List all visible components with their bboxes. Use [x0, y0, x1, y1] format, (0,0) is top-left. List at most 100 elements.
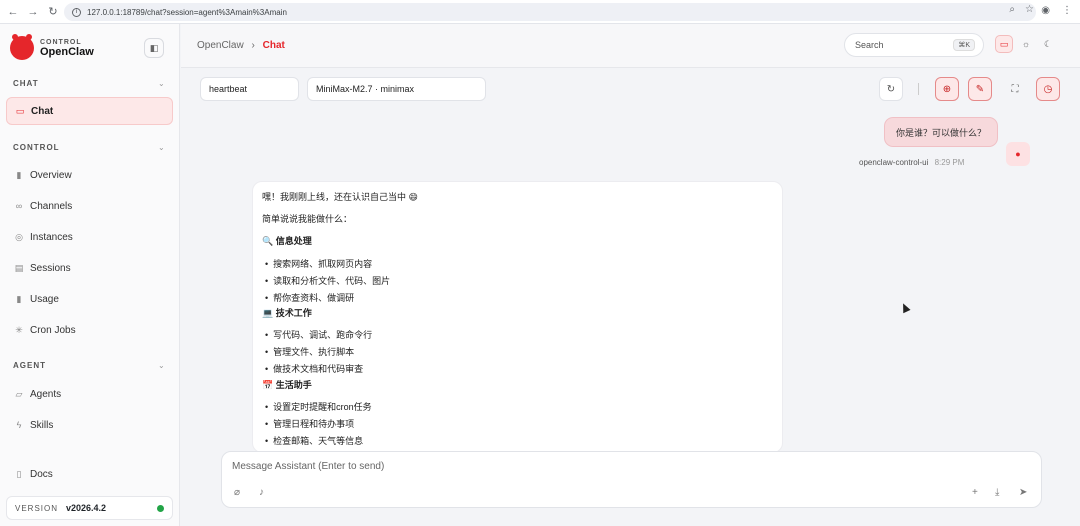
section-chat[interactable]: CHAT	[13, 79, 39, 88]
message-icon: ▭	[15, 105, 25, 116]
loader-icon: ✳	[15, 324, 23, 335]
tools-toggle-button[interactable]: ✎	[968, 77, 992, 101]
sidebar-item-sessions[interactable]: ▤ Sessions	[12, 257, 172, 279]
zap-icon: ϟ	[16, 420, 22, 430]
user-icon: ●	[1015, 149, 1021, 159]
bar-chart-icon: ▮	[16, 169, 22, 180]
section-control[interactable]: CONTROL	[13, 143, 60, 152]
menu-kebab-icon[interactable]: ⋮	[1062, 5, 1072, 16]
sidebar-item-label: Chat	[31, 105, 54, 117]
openclaw-logo	[10, 34, 34, 60]
chevron-down-icon[interactable]: ⌄	[158, 143, 165, 152]
top-bar: OpenClaw › Chat Search ⌘K ▭ ☼ ☾	[181, 24, 1080, 68]
document-icon: ▤	[14, 262, 24, 273]
sidebar-item-channels[interactable]: ∞ Channels	[12, 195, 172, 217]
sidebar-item-cron-jobs[interactable]: ✳ Cron Jobs	[12, 319, 172, 341]
brand[interactable]: CONTROL OpenClaw	[10, 34, 94, 60]
message-time: 8:29 PM	[934, 158, 965, 167]
moon-icon[interactable]: ☾	[1039, 35, 1057, 53]
collapse-sidebar-button[interactable]: ◧	[144, 38, 164, 58]
chevron-down-icon[interactable]: ⌄	[158, 361, 165, 370]
status-dot	[157, 504, 164, 512]
sun-icon[interactable]: ☼	[1017, 35, 1035, 53]
download-icon[interactable]: ⤓	[995, 487, 999, 498]
sidebar-item-overview[interactable]: ▮ Overview	[12, 164, 172, 186]
monitor-icon[interactable]: ▭	[995, 35, 1013, 53]
sidebar-item-label: Sessions	[30, 262, 71, 274]
sidebar-item-label: Overview	[30, 169, 72, 181]
search-input[interactable]: Search ⌘K	[844, 33, 984, 57]
user-avatar: ●	[1006, 142, 1030, 166]
clock-icon: ◷	[1043, 83, 1053, 95]
sidebar-item-label: Skills	[30, 419, 54, 431]
breadcrumb-current: Chat	[262, 40, 285, 51]
message-list-item: 写代码、调试、跑命令行	[265, 328, 372, 341]
address-bar[interactable]: i 127.0.0.1:18789/chat?session=agent%3Am…	[64, 3, 1036, 21]
refresh-button[interactable]: ↻	[879, 77, 903, 101]
message-input[interactable]: Message Assistant (Enter to send)	[232, 461, 384, 472]
message-list-item: 管理文件、执行脚本	[265, 345, 354, 358]
message-paragraph: 简单说说我能做什么：	[262, 214, 353, 224]
sidebar: CONTROL OpenClaw ◧ CHAT ⌄ ▭ Chat CONTROL…	[0, 24, 180, 526]
sidebar-item-chat[interactable]: ▭ Chat	[6, 97, 173, 125]
sidebar-item-docs[interactable]: ▯ Docs	[12, 463, 172, 485]
url-text: 127.0.0.1:18789/chat?session=agent%3Amai…	[87, 7, 287, 17]
folder-icon: ▱	[15, 388, 23, 399]
message-heading: 📅 生活助手	[262, 380, 312, 390]
version-label: VERSION	[15, 503, 59, 513]
reload-icon[interactable]: ↻	[46, 5, 60, 19]
zoom-icon[interactable]: ⌕	[1009, 4, 1015, 15]
message-list-item: 设置定时提醒和cron任务	[265, 400, 372, 413]
message-list-item: 帮你查资料、做调研	[265, 291, 354, 304]
microphone-icon[interactable]: ♪	[259, 487, 264, 498]
sidebar-item-label: Usage	[30, 293, 59, 305]
back-icon[interactable]: ←	[6, 5, 20, 19]
browser-toolbar: ← → ↻ i 127.0.0.1:18789/chat?session=age…	[0, 0, 1080, 24]
sidebar-item-usage[interactable]: ▮ Usage	[12, 288, 172, 310]
refresh-icon: ↻	[886, 83, 896, 95]
paperclip-icon[interactable]: ⌀	[234, 487, 240, 498]
message-heading: 💻 技术工作	[262, 308, 312, 318]
breadcrumb: OpenClaw › Chat	[197, 40, 285, 51]
toolbar-divider	[918, 83, 919, 95]
chevron-down-icon[interactable]: ⌄	[158, 79, 165, 88]
message-list-item: 搜索网络、抓取网页内容	[265, 257, 372, 270]
sidebar-item-instances[interactable]: ◎ Instances	[12, 226, 172, 248]
focus-icon: ⛶	[1011, 83, 1019, 95]
message-list-item: 做技术文档和代码审查	[265, 362, 363, 375]
brand-name: OpenClaw	[40, 45, 94, 58]
model-value: MiniMax-M2.7 · minimax	[316, 84, 415, 94]
session-select[interactable]: heartbeat	[200, 77, 299, 101]
message-list-item: 读取和分析文件、代码、图片	[265, 274, 390, 287]
theme-switcher: ▭ ☼ ☾	[995, 35, 1057, 53]
message-list-item: 管理日程和待办事项	[265, 417, 354, 430]
sidebar-toggle-icon: ◧	[149, 42, 159, 53]
session-value: heartbeat	[209, 84, 248, 94]
sidebar-item-label: Agents	[30, 388, 62, 400]
forward-icon[interactable]: →	[26, 5, 40, 19]
message-composer[interactable]: Message Assistant (Enter to send) ⌀ ♪ + …	[221, 451, 1042, 508]
sidebar-item-label: Channels	[30, 200, 73, 212]
mouse-cursor-icon	[899, 301, 911, 314]
breadcrumb-root[interactable]: OpenClaw	[197, 40, 244, 51]
user-message-text: 你是谁？可以做什么？	[895, 127, 986, 138]
brand-subtitle: CONTROL	[40, 38, 82, 46]
sidebar-item-agents[interactable]: ▱ Agents	[12, 383, 172, 405]
radio-icon: ◎	[15, 231, 23, 242]
sidebar-item-skills[interactable]: ϟ Skills	[12, 414, 172, 436]
bookmark-star-icon[interactable]: ☆	[1025, 4, 1034, 15]
send-icon[interactable]: ➤	[1019, 487, 1027, 498]
sidebar-item-label: Cron Jobs	[30, 324, 76, 336]
assistant-message-bubble: 嘿！我刚刚上线，还在认识自己当中 😄 简单说说我能做什么： 🔍 信息处理搜索网络、抓…	[252, 181, 783, 453]
brain-icon: ⊕	[942, 83, 952, 95]
site-info-icon[interactable]: i	[72, 7, 81, 17]
profile-icon[interactable]: ◉	[1041, 5, 1050, 16]
focus-mode-button[interactable]: ⛶	[1003, 77, 1027, 101]
thinking-toggle-button[interactable]: ⊕	[935, 77, 959, 101]
history-button[interactable]: ◷	[1036, 77, 1060, 101]
model-select[interactable]: MiniMax-M2.7 · minimax	[307, 77, 486, 101]
section-agent[interactable]: AGENT	[13, 361, 46, 370]
sidebar-item-label: Instances	[30, 231, 73, 243]
book-icon: ▯	[16, 468, 22, 479]
plus-icon[interactable]: +	[972, 487, 978, 498]
